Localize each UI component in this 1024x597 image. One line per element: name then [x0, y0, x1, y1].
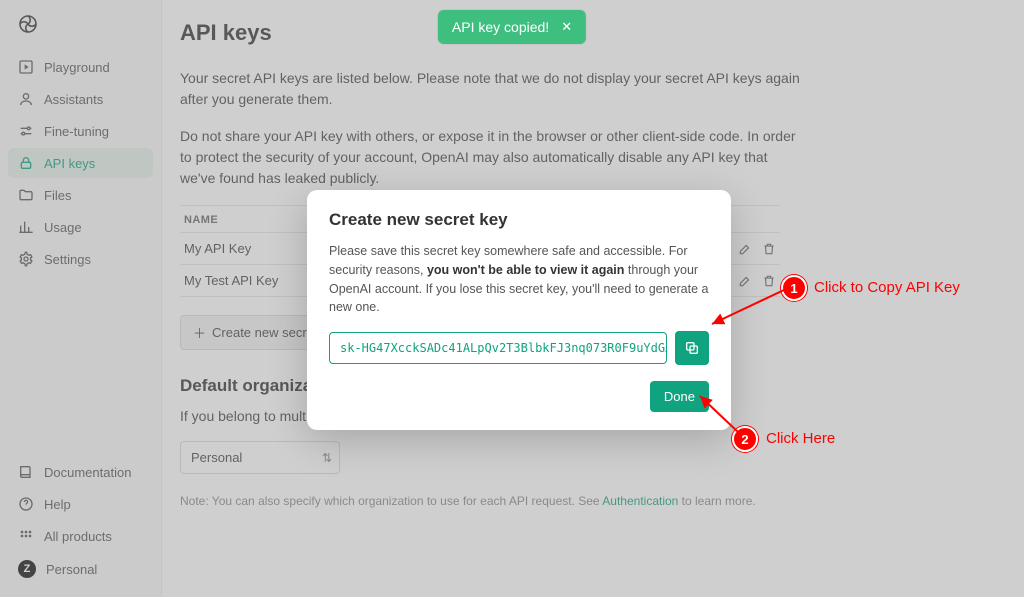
annotation-badge-2: 2 — [732, 426, 758, 452]
annotation-label-2: Click Here — [766, 430, 835, 447]
secret-key-field[interactable]: sk-HG47XcckSADc41ALpQv2T3BlbkFJ3nq073R0F… — [329, 332, 667, 364]
done-button[interactable]: Done — [650, 381, 709, 412]
copy-icon — [684, 340, 700, 356]
modal-body: Please save this secret key somewhere sa… — [329, 242, 709, 317]
create-key-modal: Create new secret key Please save this s… — [307, 190, 731, 430]
toast-text: API key copied! — [452, 19, 549, 35]
annotation-label-1: Click to Copy API Key — [814, 279, 960, 296]
copy-key-button[interactable] — [675, 331, 709, 365]
close-icon[interactable]: ✕ — [561, 19, 572, 35]
modal-title: Create new secret key — [329, 210, 709, 230]
annotation-badge-1: 1 — [781, 275, 807, 301]
copied-toast: API key copied! ✕ — [438, 10, 586, 44]
